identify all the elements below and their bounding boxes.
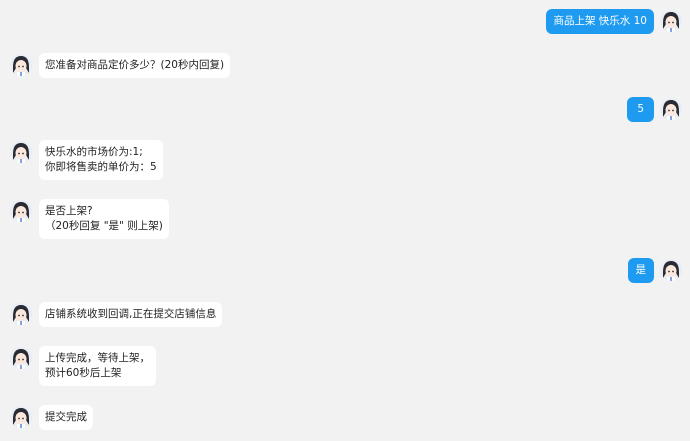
bot-message: 店铺系统收到回调,正在提交店铺信息 [10,302,223,327]
bot-message: 提交完成 [10,405,93,430]
user-avatar-icon[interactable] [660,10,682,32]
bot-message: 快乐水的市场价为:1; 你即将售卖的单价为：5 [10,140,163,180]
message-bubble: 是否上架? （20秒回复 "是" 则上架) [39,199,169,239]
message-bubble: 提交完成 [39,405,93,430]
bot-avatar-icon[interactable] [10,303,32,325]
message-bubble: 上传完成，等待上架， 预计60秒后上架 [39,346,156,386]
bot-avatar-icon[interactable] [10,54,32,76]
message-bubble: 商品上架 快乐水 10 [546,9,654,34]
user-avatar-icon[interactable] [660,259,682,281]
bot-message: 是否上架? （20秒回复 "是" 则上架) [10,199,169,239]
bot-avatar-icon[interactable] [10,141,32,163]
message-bubble: 是 [627,258,654,283]
bot-avatar-icon[interactable] [10,200,32,222]
message-bubble: 快乐水的市场价为:1; 你即将售卖的单价为：5 [39,140,163,180]
bot-avatar-icon[interactable] [10,406,32,428]
message-bubble: 店铺系统收到回调,正在提交店铺信息 [39,302,223,327]
user-message: 商品上架 快乐水 10 [546,9,682,34]
user-avatar-icon[interactable] [660,98,682,120]
user-message: 是 [627,258,682,283]
bot-message: 您准备对商品定价多少？(20秒内回复) [10,53,231,78]
bot-avatar-icon[interactable] [10,347,32,369]
message-bubble: 5 [627,97,654,122]
user-message: 5 [627,97,682,122]
message-bubble: 您准备对商品定价多少？(20秒内回复) [39,53,231,78]
bot-message: 上传完成，等待上架， 预计60秒后上架 [10,346,156,386]
